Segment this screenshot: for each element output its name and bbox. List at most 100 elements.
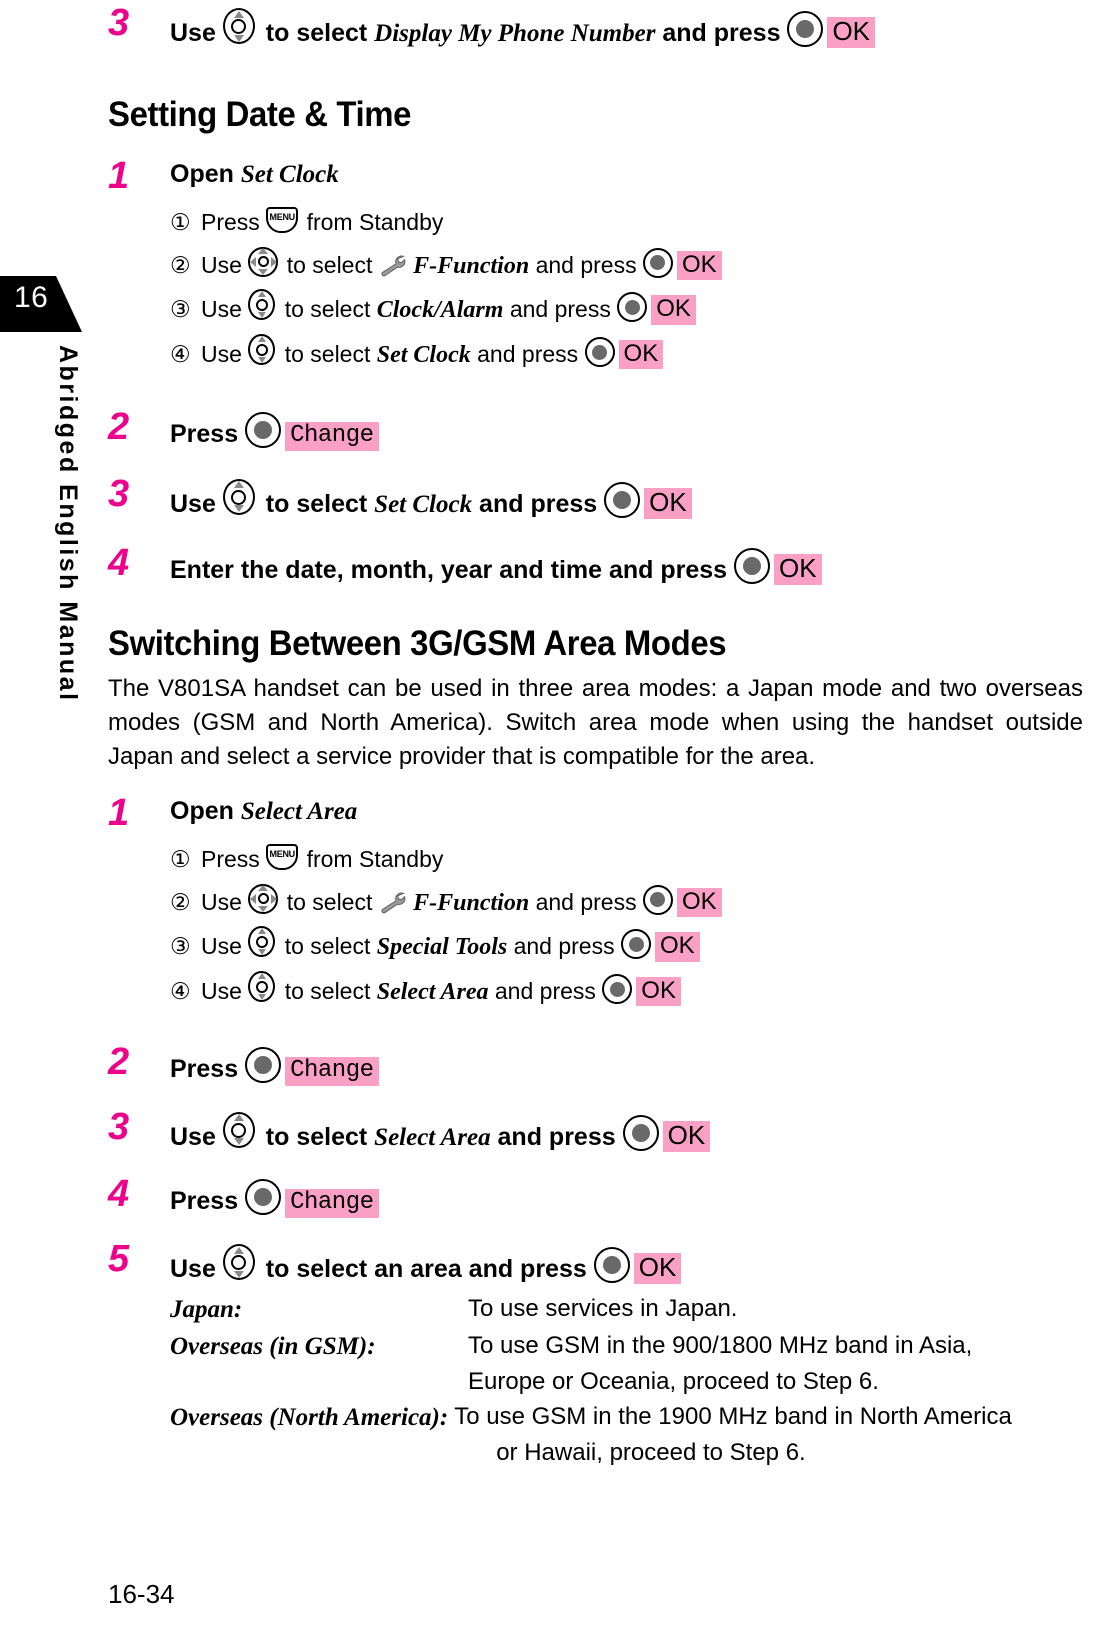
substep-target-item: Set Clock bbox=[376, 342, 471, 369]
softkey-badge-change[interactable]: Change bbox=[285, 1056, 379, 1086]
menu-key-icon: MENU bbox=[266, 207, 300, 235]
substep-list: ① Press MENU from Standby ② Use to selec… bbox=[170, 838, 1083, 1015]
section-title-switching-area-modes: Switching Between 3G/GSM Area Modes bbox=[108, 623, 727, 663]
substep-middle: to select bbox=[284, 296, 371, 323]
area-option-row: Overseas (in GSM): To use GSM in the 900… bbox=[170, 1328, 1083, 1399]
center-select-key-icon bbox=[593, 1247, 634, 1285]
area-option-description: To use services in Japan. bbox=[468, 1291, 1083, 1327]
step-middle-text: to select an area and press bbox=[265, 1255, 587, 1284]
substep-after: and press bbox=[494, 978, 596, 1005]
nav-four-way-key-icon bbox=[248, 246, 280, 279]
step-text: Open Select Area bbox=[170, 794, 1083, 826]
softkey-badge-ok[interactable]: OK bbox=[676, 887, 722, 918]
center-select-key-icon bbox=[622, 1114, 663, 1153]
step-row: 2 Press Change bbox=[108, 408, 1083, 451]
softkey-badge-ok[interactable]: OK bbox=[651, 295, 696, 325]
softkey-badge-ok[interactable]: OK bbox=[662, 1120, 711, 1153]
substep-verb: Use bbox=[201, 933, 242, 960]
step-text: Press Change bbox=[170, 1175, 1083, 1219]
substep-after: and press bbox=[509, 296, 611, 323]
substep-target-item: Clock/Alarm bbox=[376, 297, 504, 324]
nav-up-down-key-icon bbox=[248, 289, 278, 323]
step-verb: Use bbox=[170, 1122, 216, 1151]
substep-marker: ③ bbox=[170, 933, 191, 960]
center-select-key-icon bbox=[604, 481, 644, 520]
softkey-badge-ok[interactable]: OK bbox=[827, 17, 876, 49]
area-options-list: Japan: To use services in Japan. Oversea… bbox=[170, 1291, 1083, 1470]
substep-tail: from Standby bbox=[306, 846, 444, 873]
substep-item: ① Press MENU from Standby bbox=[170, 838, 1083, 881]
step-number: 3 bbox=[108, 472, 130, 515]
center-select-key-icon bbox=[734, 547, 774, 586]
substep-middle: to select bbox=[286, 888, 373, 915]
substep-middle: to select bbox=[284, 978, 371, 1005]
step-target-item: Select Area bbox=[240, 798, 358, 826]
step-text: Use to select Select Area and press OK bbox=[170, 1108, 1083, 1153]
softkey-badge-change[interactable]: Change bbox=[285, 1188, 379, 1219]
page-content: 3 Use to select Display My Phone Number … bbox=[108, 0, 1083, 1470]
step-text: Open Set Clock bbox=[170, 157, 1083, 189]
center-select-key-icon bbox=[245, 1046, 285, 1085]
substep-marker: ① bbox=[170, 846, 191, 873]
substep-target-item: F-Function bbox=[413, 252, 530, 279]
substep-item: ③ Use to select Clock/Alarm and press OK bbox=[170, 288, 1083, 333]
substep-marker: ③ bbox=[170, 296, 191, 323]
softkey-badge-ok[interactable]: OK bbox=[676, 250, 722, 280]
step-row: 3 Use to select Select Area and press OK bbox=[108, 1108, 1083, 1153]
center-select-key-icon bbox=[245, 411, 285, 450]
menu-key-icon: MENU bbox=[266, 844, 300, 872]
nav-up-down-key-icon bbox=[248, 926, 278, 960]
step-verb: Open bbox=[170, 797, 234, 826]
softkey-badge-ok[interactable]: OK bbox=[774, 553, 822, 586]
area-option-row: Overseas (North America): To use GSM in … bbox=[170, 1399, 1083, 1470]
step-number: 2 bbox=[108, 405, 130, 448]
step-text: Press Change bbox=[170, 1043, 1083, 1086]
softkey-badge-ok[interactable]: OK bbox=[618, 340, 664, 370]
substep-item: ④ Use to select Set Clock and press OK bbox=[170, 333, 1083, 378]
softkey-badge-ok[interactable]: OK bbox=[655, 932, 700, 962]
softkey-badge-ok[interactable]: OK bbox=[636, 977, 681, 1007]
step-row: 3 Use to select Set Clock and press OK bbox=[108, 475, 1083, 520]
step-text: Press Change bbox=[170, 408, 1083, 451]
substep-item: ② Use to select F-Function and press OK bbox=[170, 881, 1083, 926]
step-verb: Press bbox=[170, 1186, 239, 1215]
softkey-badge-ok[interactable]: OK bbox=[644, 487, 692, 520]
substep-middle: to select bbox=[286, 251, 373, 278]
section-intro-paragraph: The V801SA handset can be used in three … bbox=[108, 674, 1083, 770]
step-text: Use to select Display My Phone Number an… bbox=[170, 4, 1083, 49]
menu-key-label: MENU bbox=[269, 212, 296, 222]
softkey-badge-ok[interactable]: OK bbox=[633, 1253, 682, 1285]
substep-verb: Press bbox=[201, 846, 260, 873]
step-number: 3 bbox=[108, 2, 130, 44]
step-target-item: Set Clock bbox=[374, 490, 473, 518]
substep-target-item: Select Area bbox=[376, 979, 489, 1006]
substep-verb: Use bbox=[201, 888, 242, 915]
area-option-desc-line1: To use GSM in the 900/1800 MHz band in A… bbox=[468, 1332, 973, 1360]
substep-verb: Use bbox=[201, 341, 242, 368]
center-select-key-icon bbox=[787, 11, 827, 49]
chapter-number: 16 bbox=[14, 281, 49, 314]
area-option-desc-line1: To use GSM in the 1900 MHz band in North… bbox=[454, 1403, 1012, 1431]
area-option-description: To use GSM in the 900/1800 MHz band in A… bbox=[468, 1328, 1083, 1399]
step-verb: Use bbox=[170, 19, 216, 47]
section-title-setting-date-time: Setting Date & Time bbox=[108, 95, 412, 134]
step-target-item: Set Clock bbox=[240, 161, 339, 188]
manual-vertical-label: Abridged English Manual bbox=[54, 345, 82, 703]
step-number: 4 bbox=[108, 541, 130, 584]
step-row: 4 Press Change bbox=[108, 1172, 1083, 1219]
step-row: 4 Enter the date, month, year and time a… bbox=[108, 544, 1083, 586]
substep-verb: Use bbox=[201, 296, 242, 323]
step-row: 5 Use to select an area and press OK bbox=[108, 1240, 1083, 1285]
step-row: 3 Use to select Display My Phone Number … bbox=[108, 4, 1083, 49]
step-number: 4 bbox=[108, 1172, 130, 1215]
nav-up-down-key-icon bbox=[222, 1244, 259, 1284]
area-option-desc-line2: or Hawaii, proceed to Step 6. bbox=[496, 1438, 806, 1466]
substep-middle: to select bbox=[284, 341, 371, 368]
softkey-badge-change[interactable]: Change bbox=[285, 421, 379, 451]
substep-verb: Use bbox=[201, 978, 242, 1005]
area-option-term: Overseas (in GSM): bbox=[170, 1333, 376, 1361]
substep-tail: from Standby bbox=[306, 209, 444, 235]
center-select-key-icon bbox=[617, 292, 651, 324]
substep-item: ③ Use to select Special Tools and press … bbox=[170, 925, 1083, 970]
area-option-desc-line1: To use services in Japan. bbox=[468, 1295, 738, 1323]
